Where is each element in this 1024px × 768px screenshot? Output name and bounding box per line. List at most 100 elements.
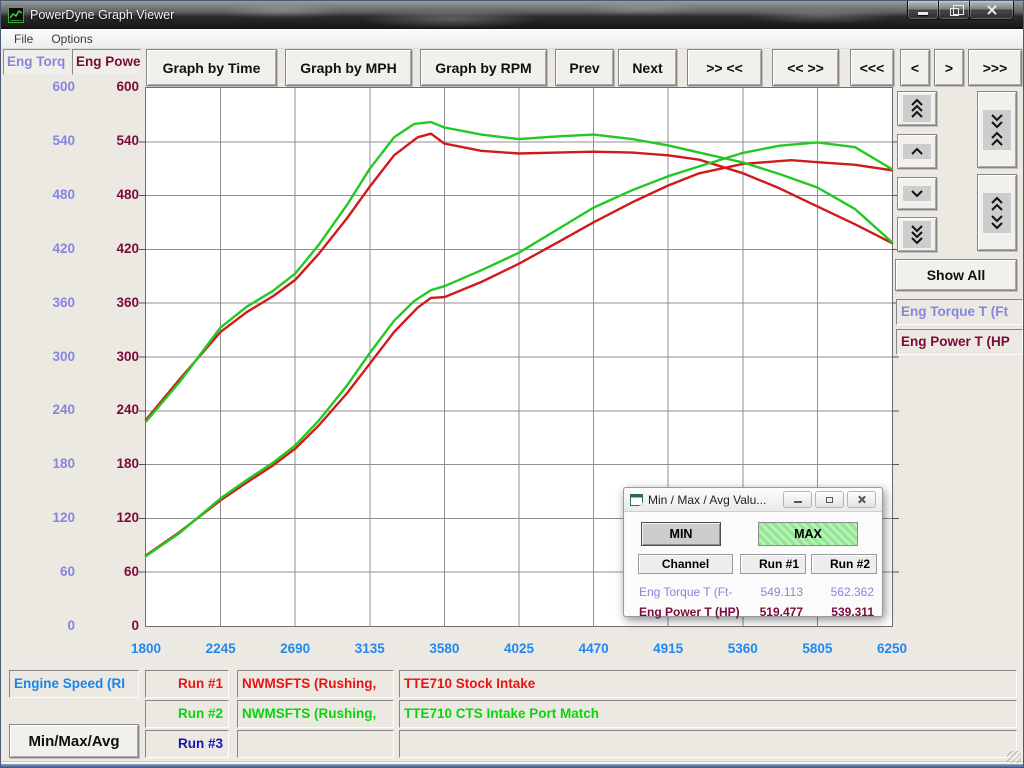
table-row-torque-run1-value: 549.113 <box>740 584 803 600</box>
run2-label: Run #2 <box>145 700 229 728</box>
chevron-triple-up-icon <box>903 95 931 122</box>
run2-file[interactable]: NWMSFTS (Rushing, <box>237 700 394 728</box>
x-tick-label: 1800 <box>111 641 181 656</box>
expand-range-button[interactable] <box>977 174 1017 251</box>
column-header-run2: Run #2 <box>811 554 877 574</box>
graph-by-mph-button[interactable]: Graph by MPH <box>285 49 412 86</box>
minmax-minimize-button[interactable] <box>783 491 812 508</box>
y-tick-label: 420 <box>1 242 139 256</box>
run1-description[interactable]: TTE710 Stock Intake <box>399 670 1017 698</box>
y-tick-label: 240 <box>1 403 139 417</box>
menu-file[interactable]: File <box>5 32 42 46</box>
run2-description[interactable]: TTE710 CTS Intake Port Match <box>399 700 1017 728</box>
x-tick-label: 4025 <box>484 641 554 656</box>
y-tick-label: 60 <box>1 565 139 579</box>
table-row-power-channel: Eng Power T (HP) <box>639 604 739 620</box>
x-axis-ticks: 1800224526903135358040254470491553605805… <box>146 641 892 657</box>
min-max-avg-button[interactable]: Min/Max/Avg <box>9 724 139 758</box>
graph-by-rpm-button[interactable]: Graph by RPM <box>420 49 547 86</box>
x-tick-label: 6250 <box>857 641 927 656</box>
chevron-triple-down-icon <box>903 221 931 248</box>
next-button[interactable]: Next <box>618 49 677 86</box>
minimize-icon <box>794 501 802 503</box>
scale-down-fast-button[interactable] <box>897 217 937 252</box>
x-tick-label: 4915 <box>633 641 703 656</box>
resize-grip[interactable] <box>1007 751 1021 763</box>
x-tick-label: 4470 <box>559 641 629 656</box>
prev-button[interactable]: Prev <box>555 49 614 86</box>
close-icon <box>986 4 998 16</box>
x-tick-label: 3580 <box>409 641 479 656</box>
close-button[interactable] <box>969 1 1014 20</box>
app-icon <box>8 7 24 23</box>
channel-tab-eng-torque[interactable]: Eng Torq <box>3 49 70 75</box>
scroll-far-left-button[interactable]: <<< <box>850 49 894 86</box>
run1-label: Run #1 <box>145 670 229 698</box>
run3-file[interactable] <box>237 730 394 758</box>
collapse-range-button[interactable] <box>977 91 1017 168</box>
table-row-power-run1-value: 519.477 <box>740 604 803 620</box>
form-icon <box>630 494 643 506</box>
restore-icon <box>950 8 959 16</box>
min-toggle-button[interactable]: MIN <box>641 522 721 546</box>
x-tick-label: 3135 <box>335 641 405 656</box>
x-tick-label: 5805 <box>782 641 852 656</box>
close-icon <box>857 495 866 504</box>
scale-up-button[interactable] <box>897 134 937 169</box>
graph-by-time-button[interactable]: Graph by Time <box>146 49 277 86</box>
restore-icon <box>826 497 833 503</box>
y-tick-label: 120 <box>1 511 139 525</box>
restore-button[interactable] <box>938 1 970 20</box>
x-tick-label: 5360 <box>708 641 778 656</box>
app-window: PowerDyne Graph Viewer FileOptions Eng T… <box>0 0 1024 768</box>
minmax-title-bar[interactable]: Min / Max / Avg Valu... <box>624 488 882 512</box>
scale-down-button[interactable] <box>897 177 937 210</box>
scroll-left-button[interactable]: < <box>900 49 930 86</box>
channel-tab-eng-power[interactable]: Eng Powe <box>72 49 141 75</box>
scroll-far-right-button[interactable]: >>> <box>968 49 1022 86</box>
minmax-caption-buttons <box>780 491 876 508</box>
legend-eng-power[interactable]: Eng Power T (HP <box>896 329 1023 355</box>
run3-description[interactable] <box>399 730 1017 758</box>
max-toggle-button[interactable]: MAX <box>758 522 858 546</box>
minmax-close-button[interactable] <box>847 491 876 508</box>
table-row-torque-run2-value: 562.362 <box>811 584 874 600</box>
client-area: Eng Torq Eng Powe Graph by TimeGraph by … <box>1 49 1023 767</box>
y-tick-label: 0 <box>1 619 139 633</box>
y-tick-label: 600 <box>1 80 139 94</box>
show-all-button[interactable]: Show All <box>895 259 1017 291</box>
caption-buttons <box>908 1 1014 20</box>
scroll-right-button[interactable]: > <box>934 49 964 86</box>
scale-up-fast-button[interactable] <box>897 91 937 126</box>
minimize-button[interactable] <box>907 1 939 20</box>
column-header-channel: Channel <box>638 554 733 574</box>
expand-x-button[interactable]: << >> <box>772 49 839 86</box>
minmax-window-title: Min / Max / Avg Valu... <box>648 493 766 507</box>
chevron-down-icon <box>903 186 931 201</box>
y-tick-label: 540 <box>1 134 139 148</box>
y-tick-label: 180 <box>1 457 139 471</box>
y-tick-label: 480 <box>1 188 139 202</box>
chevrons-inward-icon <box>983 110 1011 150</box>
minmax-body: MIN MAX Channel Run #1 Run #2 Eng Torque… <box>625 512 881 616</box>
title-bar[interactable]: PowerDyne Graph Viewer <box>1 1 1023 29</box>
y-axis-power-ticks: 600540480420360300240180120600 <box>1 80 141 640</box>
compress-x-button[interactable]: >> << <box>687 49 762 86</box>
minmax-restore-button[interactable] <box>815 491 844 508</box>
table-row-torque-channel: Eng Torque T (Ft- <box>639 584 739 600</box>
run1-file[interactable]: NWMSFTS (Rushing, <box>237 670 394 698</box>
minimize-icon <box>918 12 928 15</box>
chevron-up-icon <box>903 144 931 159</box>
table-row-power-run2-value: 539.311 <box>811 604 874 620</box>
legend-eng-torque[interactable]: Eng Torque T (Ft <box>896 299 1023 325</box>
run3-label: Run #3 <box>145 730 229 758</box>
minmax-window[interactable]: Min / Max / Avg Valu... MIN MAX Channel … <box>623 487 883 617</box>
chevrons-outward-icon <box>983 193 1011 233</box>
window-title: PowerDyne Graph Viewer <box>30 8 174 22</box>
x-tick-label: 2245 <box>186 641 256 656</box>
x-axis-channel-box[interactable]: Engine Speed (RI <box>9 670 139 698</box>
menu-options[interactable]: Options <box>42 32 101 46</box>
window-bottom-border <box>1 764 1023 767</box>
x-tick-label: 2690 <box>260 641 330 656</box>
y-tick-label: 300 <box>1 350 139 364</box>
